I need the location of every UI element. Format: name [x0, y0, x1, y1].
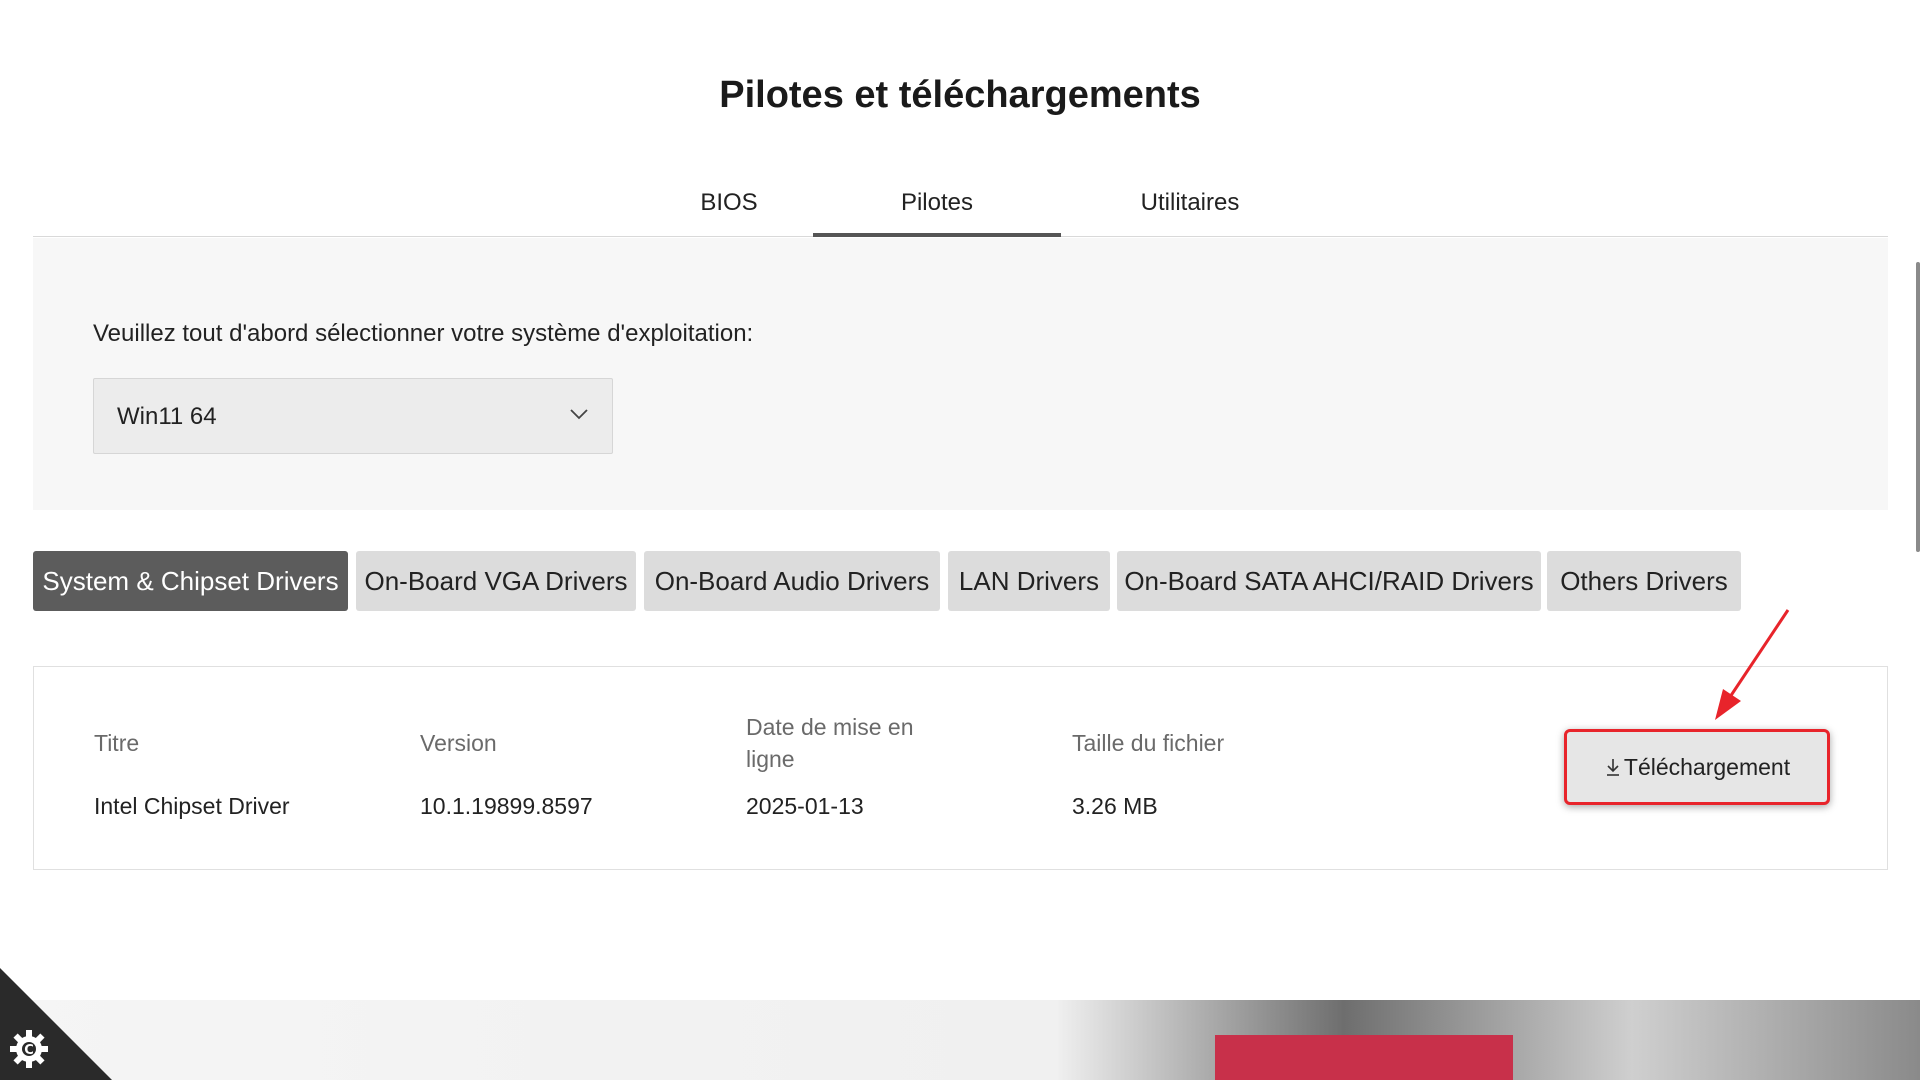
category-system-chipset[interactable]: System & Chipset Drivers [33, 551, 348, 611]
driver-title: Intel Chipset Driver [94, 793, 290, 819]
header-version: Version [420, 730, 497, 756]
category-onboard-vga[interactable]: On-Board VGA Drivers [356, 551, 636, 611]
footer-banner-accent [1215, 1035, 1513, 1080]
chevron-down-icon [570, 409, 588, 420]
download-button[interactable]: Téléchargement [1564, 729, 1830, 805]
os-select-dropdown[interactable]: Win11 64 [93, 378, 613, 454]
page-title: Pilotes et téléchargements [719, 74, 1201, 116]
tab-pilotes[interactable]: Pilotes [813, 177, 1061, 237]
page-scrollbar[interactable] [1916, 262, 1920, 552]
tab-utilitaires[interactable]: Utilitaires [1061, 177, 1319, 237]
footer-banner-image [0, 1000, 1920, 1080]
category-lan[interactable]: LAN Drivers [948, 551, 1110, 611]
driver-card: Titre Version Date de mise en ligne Tail… [33, 666, 1888, 870]
download-label: Téléchargement [1623, 754, 1791, 780]
cookie-settings-icon: C [10, 1030, 48, 1068]
svg-text:C: C [24, 1043, 34, 1058]
os-select-value: Win11 64 [117, 403, 217, 430]
header-size: Taille du fichier [1072, 730, 1225, 756]
category-onboard-audio[interactable]: On-Board Audio Drivers [644, 551, 940, 611]
tab-bar: BIOS Pilotes Utilitaires [33, 177, 1888, 237]
category-others[interactable]: Others Drivers [1547, 551, 1741, 611]
header-title: Titre [94, 730, 140, 756]
download-icon [1606, 759, 1619, 776]
driver-version: 10.1.19899.8597 [420, 793, 593, 819]
header-date: Date de mise en ligne [746, 714, 914, 772]
os-selection-panel: Veuillez tout d'abord sélectionner votre… [33, 238, 1888, 510]
driver-date: 2025-01-13 [746, 793, 864, 819]
os-select-label: Veuillez tout d'abord sélectionner votre… [93, 320, 754, 347]
tab-bios[interactable]: BIOS [629, 177, 829, 237]
category-onboard-sata[interactable]: On-Board SATA AHCI/RAID Drivers [1117, 551, 1541, 611]
driver-size: 3.26 MB [1072, 793, 1158, 819]
